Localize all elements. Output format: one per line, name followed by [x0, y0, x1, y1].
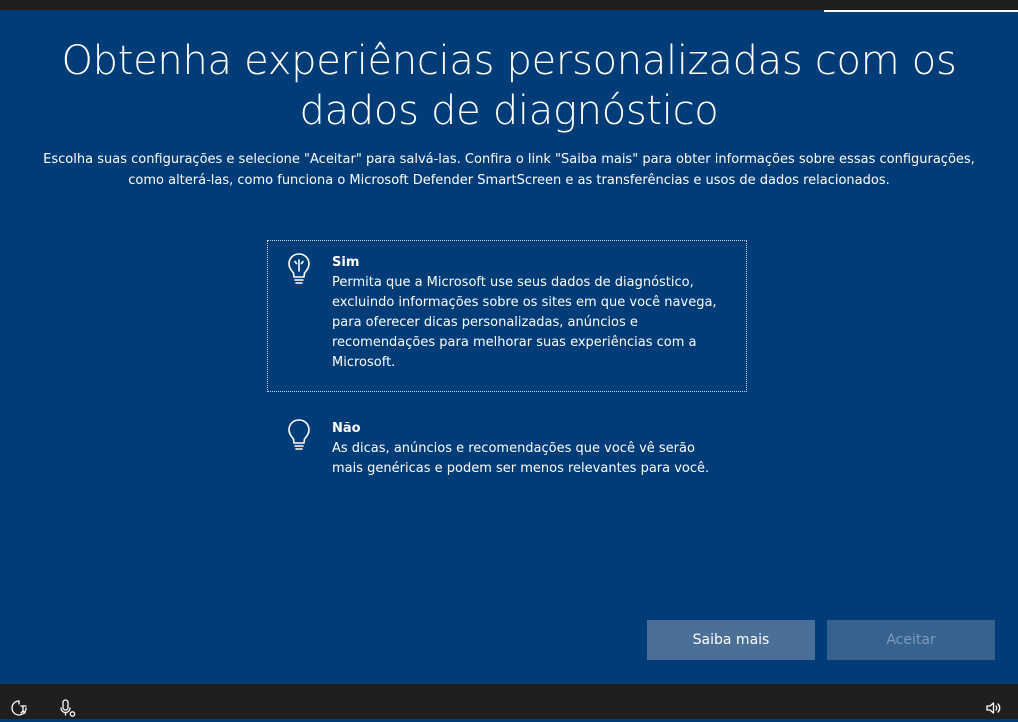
lightbulb-off-icon [286, 417, 312, 453]
ease-of-access-icon[interactable] [10, 698, 30, 718]
accept-button[interactable]: Aceitar [827, 620, 995, 660]
top-bar [0, 0, 1018, 10]
page-title: Obtenha experiências personalizadas com … [61, 38, 957, 134]
option-no-title: Não [332, 421, 361, 436]
option-yes-title: Sim [332, 255, 360, 270]
learn-more-button[interactable]: Saiba mais [647, 620, 815, 660]
volume-icon[interactable] [984, 698, 1004, 718]
lightbulb-on-icon [286, 251, 312, 287]
option-no-description: As dicas, anúncios e recomendações que v… [332, 441, 710, 476]
option-yes[interactable]: Sim Permita que a Microsoft use seus dad… [267, 240, 747, 392]
oobe-page: Obtenha experiências personalizadas com … [0, 12, 1018, 684]
option-no[interactable]: Não As dicas, anúncios e recomendações q… [267, 406, 747, 492]
microphone-icon[interactable] [58, 698, 78, 718]
option-yes-description: Permita que a Microsoft use seus dados d… [332, 275, 717, 370]
page-subtitle: Escolha suas configurações e selecione "… [43, 152, 975, 188]
taskbar [0, 684, 1018, 719]
